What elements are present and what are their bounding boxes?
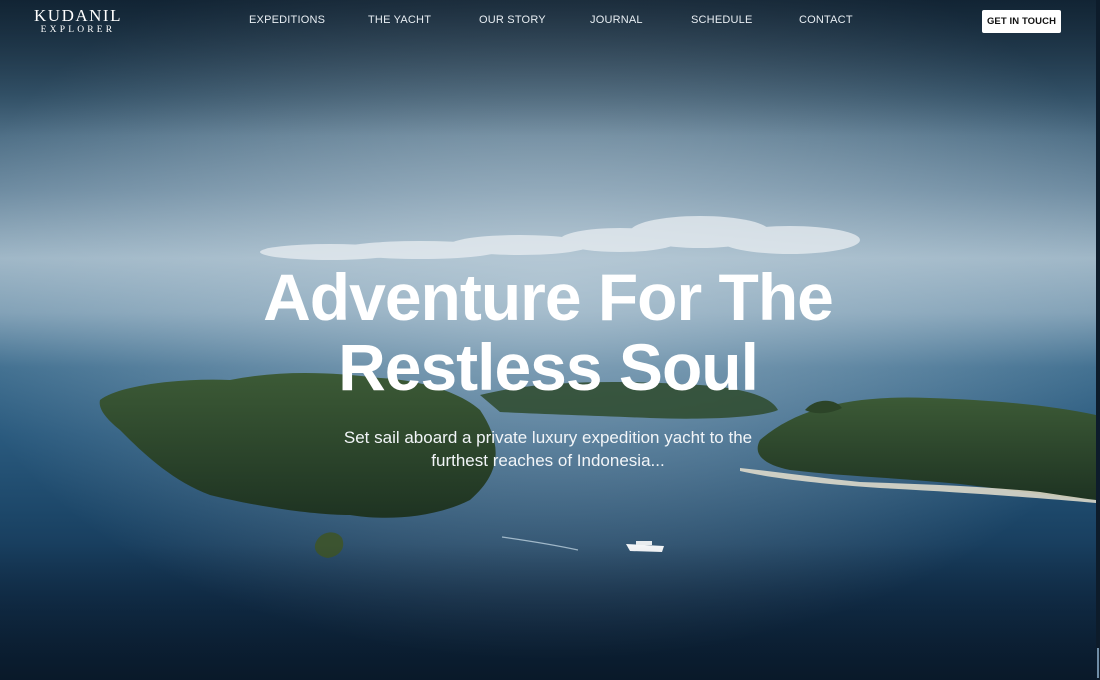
nav-item-our-story[interactable]: OUR STORY xyxy=(479,14,546,26)
hero-headline-line-2: Restless Soul xyxy=(338,330,759,404)
nav-item-contact[interactable]: CONTACT xyxy=(799,14,853,26)
hero-subheading-line-2: furthest reaches of Indonesia... xyxy=(431,451,665,470)
nav-item-journal[interactable]: JOURNAL xyxy=(590,14,643,26)
main-nav: EXPEDITIONS THE YACHT OUR STORY JOURNAL … xyxy=(0,14,1096,30)
nav-item-the-yacht[interactable]: THE YACHT xyxy=(368,14,431,26)
hero-subheading: Set sail aboard a private luxury expedit… xyxy=(0,426,1096,472)
nav-item-schedule[interactable]: SCHEDULE xyxy=(691,14,753,26)
hero-headline: Adventure For The Restless Soul xyxy=(0,262,1096,402)
nav-item-expeditions[interactable]: EXPEDITIONS xyxy=(249,14,325,26)
hero-subheading-line-1: Set sail aboard a private luxury expedit… xyxy=(343,428,753,447)
hero-headline-line-1: Adventure For The xyxy=(263,260,834,334)
scrollbar-thumb[interactable] xyxy=(1097,648,1099,678)
get-in-touch-button[interactable]: GET IN TOUCH xyxy=(982,10,1061,33)
scrollbar[interactable] xyxy=(1096,0,1100,680)
site-header: KUDANIL EXPLORER EXPEDITIONS THE YACHT O… xyxy=(0,0,1096,44)
